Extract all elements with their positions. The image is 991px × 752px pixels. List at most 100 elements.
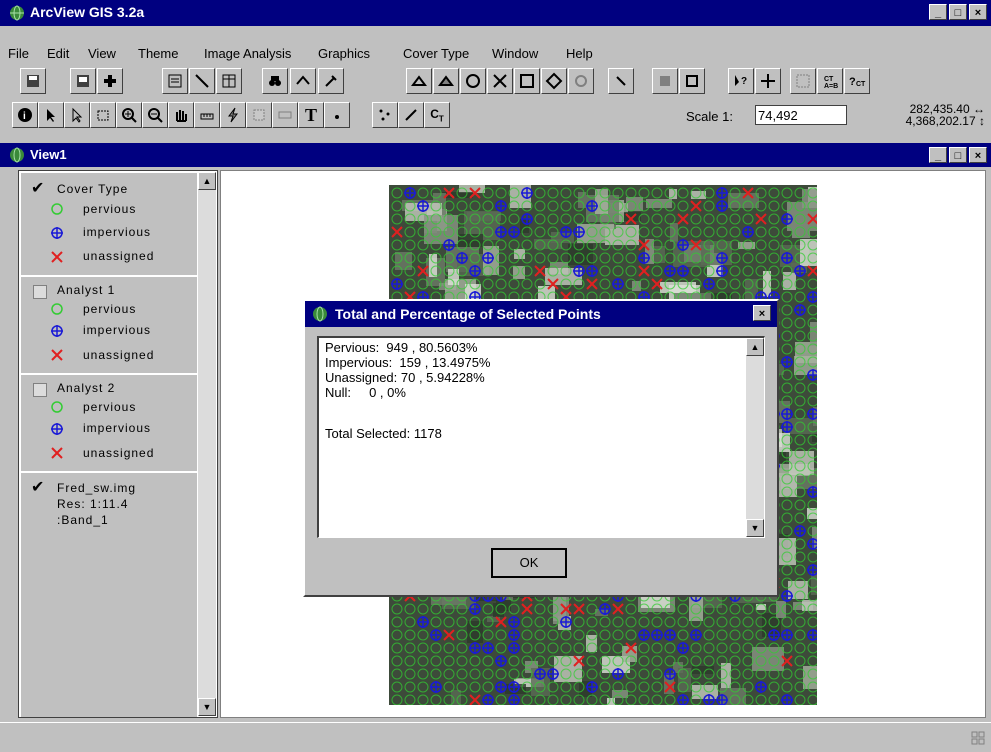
resize-grip-icon <box>971 731 985 745</box>
query-builder-icon[interactable] <box>318 68 344 94</box>
results-text-area[interactable]: Pervious: 949 , 80.5603% Impervious: 159… <box>317 336 765 538</box>
vertex-edit-icon[interactable] <box>64 102 90 128</box>
view-titlebar: View1 _ □ × <box>0 143 991 167</box>
add-theme-icon[interactable] <box>97 68 123 94</box>
legend-label: pervious <box>83 202 137 216</box>
menu-view[interactable]: View <box>88 46 116 61</box>
locate-address-icon[interactable] <box>290 68 316 94</box>
pointer-icon[interactable] <box>38 102 64 128</box>
pan-hand-icon[interactable] <box>168 102 194 128</box>
save-icon[interactable] <box>20 68 46 94</box>
unassigned-symbol-icon <box>51 447 63 459</box>
select-features-icon[interactable] <box>568 68 594 94</box>
menu-image-analysis[interactable]: Image Analysis <box>204 46 291 61</box>
resolution-label: Res: 1:11.4 <box>57 497 129 511</box>
svg-text:CT: CT <box>824 76 834 83</box>
pan-arrows-icon[interactable] <box>755 68 781 94</box>
area-of-interest-icon[interactable] <box>246 102 272 128</box>
zoom-full-extent-icon[interactable] <box>406 68 432 94</box>
menu-cover-type[interactable]: Cover Type <box>403 46 469 61</box>
theme-properties-icon[interactable] <box>162 68 188 94</box>
help-pointer-icon[interactable]: ? <box>728 68 754 94</box>
open-table-icon[interactable] <box>216 68 242 94</box>
legend-label: unassigned <box>83 348 155 362</box>
band-label: :Band_1 <box>57 513 109 527</box>
scroll-up-icon[interactable]: ▲ <box>198 172 216 190</box>
zoom-selected-icon[interactable] <box>460 68 486 94</box>
view-minimize-button[interactable]: _ <box>929 147 947 163</box>
close-button[interactable]: × <box>969 4 987 20</box>
cover-type-tool-icon[interactable]: CT <box>424 102 450 128</box>
zoom-previous-icon[interactable] <box>541 68 567 94</box>
theme-name: Cover Type <box>57 182 129 196</box>
view-title: View1 <box>30 147 67 162</box>
draw-point-icon[interactable] <box>324 102 350 128</box>
theme-name: Analyst 1 <box>57 283 116 297</box>
visibility-checkbox[interactable] <box>33 285 47 299</box>
theme-cover-type[interactable]: ✔ Cover Type pervious impervious unassig… <box>21 173 197 276</box>
identify-icon[interactable]: i <box>12 102 38 128</box>
selection-summary-dialog: Total and Percentage of Selected Points … <box>303 299 779 597</box>
clear-selection-icon[interactable] <box>608 68 634 94</box>
visibility-check-icon[interactable]: ✔ <box>31 477 45 497</box>
scroll-down-icon[interactable]: ▼ <box>746 519 764 537</box>
zoom-out-icon[interactable] <box>142 102 168 128</box>
coord-y: 4,368,202.17 <box>905 114 976 128</box>
edit-legend-icon[interactable] <box>189 68 215 94</box>
menu-graphics[interactable]: Graphics <box>318 46 370 61</box>
scroll-up-icon[interactable]: ▲ <box>746 338 764 356</box>
layout-frame-icon[interactable] <box>679 68 705 94</box>
cover-type-help-icon[interactable]: ? CT <box>844 68 870 94</box>
zoom-active-themes-icon[interactable] <box>433 68 459 94</box>
toc-scrollbar[interactable]: ▲ ▼ <box>198 172 216 716</box>
app-title: ArcView GIS 3.2a <box>30 4 145 20</box>
pervious-count: Pervious: 949 , 80.5603% <box>325 340 478 355</box>
table-of-contents: ✔ Cover Type pervious impervious unassig… <box>18 170 218 718</box>
pervious-symbol-icon <box>51 203 63 215</box>
theme-analyst-1[interactable]: Analyst 1 pervious impervious unassigned <box>21 277 197 374</box>
menu-help[interactable]: Help <box>566 46 593 61</box>
hotlink-icon[interactable] <box>220 102 246 128</box>
visibility-checkbox[interactable] <box>33 383 47 397</box>
zoom-in-icon[interactable] <box>116 102 142 128</box>
label-icon[interactable] <box>272 102 298 128</box>
legend-label: unassigned <box>83 249 155 263</box>
table-icon[interactable] <box>70 68 96 94</box>
menu-edit[interactable]: Edit <box>47 46 69 61</box>
text-tool-icon[interactable]: T <box>298 102 324 128</box>
measure-icon[interactable] <box>194 102 220 128</box>
minimize-button[interactable]: _ <box>929 4 947 20</box>
view-globe-icon <box>10 147 24 163</box>
scale-input[interactable] <box>755 105 847 125</box>
scroll-down-icon[interactable]: ▼ <box>198 698 216 716</box>
pervious-symbol-icon <box>51 401 63 413</box>
coordinate-readout: 282,435.40 ↔ 4,368,202.17 ↕ <box>870 103 985 127</box>
menu-file[interactable]: File <box>8 46 29 61</box>
find-icon[interactable] <box>262 68 288 94</box>
legend-label: impervious <box>83 323 152 337</box>
layout-icon[interactable] <box>652 68 678 94</box>
null-count: Null: 0 , 0% <box>325 385 406 400</box>
theme-image[interactable]: ✔ Fred_sw.img Res: 1:11.4 :Band_1 <box>21 473 197 717</box>
select-feature-icon[interactable] <box>90 102 116 128</box>
zoom-in-arrows-icon[interactable] <box>487 68 513 94</box>
menu-window[interactable]: Window <box>492 46 538 61</box>
theme-name: Fred_sw.img <box>57 481 137 495</box>
zoom-out-arrows-icon[interactable] <box>514 68 540 94</box>
app-titlebar: ArcView GIS 3.2a _ □ × <box>0 0 991 26</box>
menu-theme[interactable]: Theme <box>138 46 178 61</box>
svg-text:?: ? <box>741 76 747 87</box>
grid-tool-icon[interactable] <box>790 68 816 94</box>
dialog-close-button[interactable]: × <box>753 305 771 321</box>
theme-name: Analyst 2 <box>57 381 116 395</box>
sample-points-icon[interactable] <box>372 102 398 128</box>
view-maximize-button[interactable]: □ <box>949 147 967 163</box>
view-close-button[interactable]: × <box>969 147 987 163</box>
line-sample-icon[interactable] <box>398 102 424 128</box>
ok-button[interactable]: OK <box>491 548 567 578</box>
recode-icon[interactable]: CT A=B <box>817 68 843 94</box>
visibility-check-icon[interactable]: ✔ <box>31 178 45 198</box>
maximize-button[interactable]: □ <box>949 4 967 20</box>
results-scrollbar[interactable]: ▲ ▼ <box>746 338 764 537</box>
theme-analyst-2[interactable]: Analyst 2 pervious impervious unassigned <box>21 375 197 472</box>
